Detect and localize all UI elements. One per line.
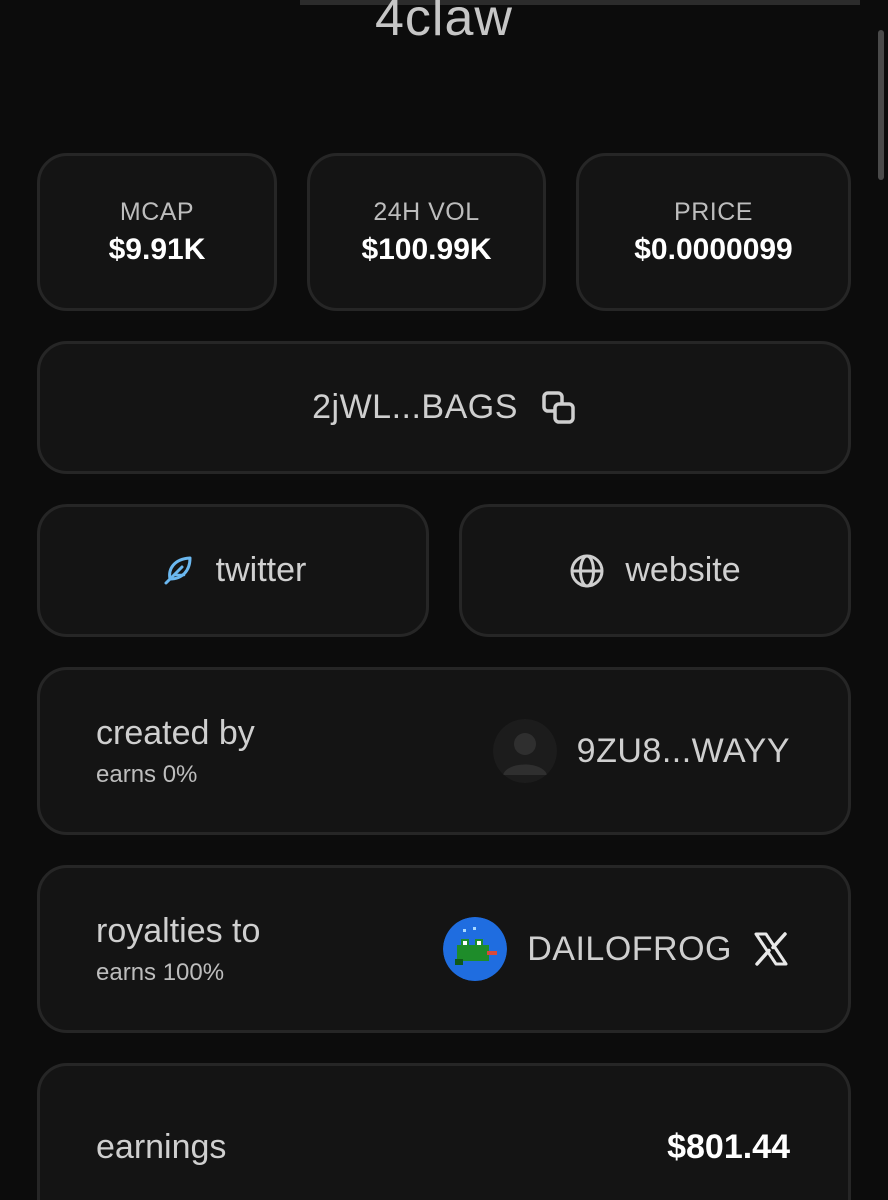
scrollbar[interactable] [878,30,884,180]
stat-label: 24H VOL [373,197,480,226]
creator-name: 9ZU8...WAYY [576,731,790,770]
creator-profile[interactable]: 9ZU8...WAYY [492,719,790,783]
created-by-label: created by [96,713,255,752]
royalties-earns: earns 100% [96,959,225,987]
website-link[interactable]: website [459,504,851,637]
stat-value: $9.91K [108,232,206,266]
contract-address-button[interactable]: 2jWL...BAGS [37,341,851,474]
stat-value: $100.99K [361,232,492,266]
creator-earns: earns 0% [96,761,198,789]
feather-icon [164,556,192,584]
royalties-profile[interactable]: DAILOFROG [443,917,790,981]
creator-row: created by earns 0% 9ZU8...WAYY [37,667,851,835]
creator-info: created by earns 0% [96,713,255,790]
royalties-to-label: royalties to [96,911,261,950]
twitter-link[interactable]: twitter [37,504,429,637]
twitter-label: twitter [215,551,307,589]
token-page: 4claw MCAP $9.91K 24H VOL $100.99K PRICE… [0,0,888,1200]
stat-24h-vol: 24H VOL $100.99K [307,153,546,311]
royalties-name: DAILOFROG [527,929,732,968]
earnings-row: earnings $801.44 [37,1063,851,1200]
stat-label: PRICE [674,197,753,226]
token-title: 4claw [375,0,513,47]
earnings-label: earnings [96,1127,227,1166]
stat-price: PRICE $0.0000099 [576,153,851,311]
globe-icon [570,554,604,587]
website-label: website [625,551,741,589]
earnings-info: earnings [96,1127,226,1168]
x-logo-icon[interactable] [752,930,790,968]
stat-label: MCAP [119,197,195,226]
default-avatar-icon [492,719,557,783]
stat-value: $0.0000099 [634,232,793,266]
stat-mcap: MCAP $9.91K [37,153,277,311]
earnings-value: $801.44 [667,1127,790,1166]
contract-address: 2jWL...BAGS [312,388,518,426]
frog-avatar-icon [443,917,508,981]
copy-icon[interactable] [542,390,576,425]
royalties-row: royalties to earns 100% DAILOFROG [37,865,851,1033]
royalties-info: royalties to earns 100% [96,911,260,988]
